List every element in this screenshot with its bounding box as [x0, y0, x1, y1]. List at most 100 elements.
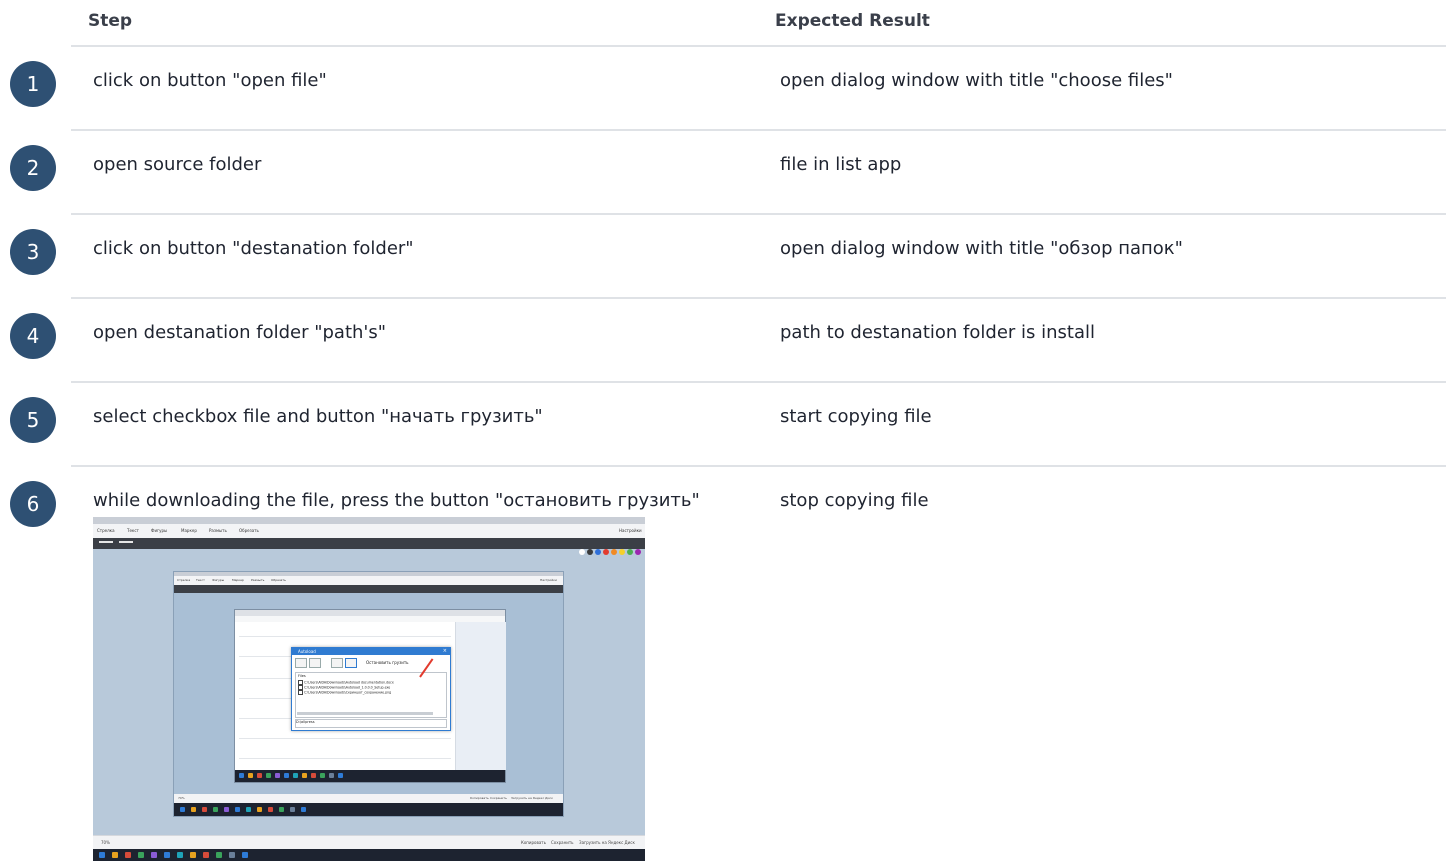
row-divider	[71, 465, 1446, 467]
taskbar-app-icon	[180, 807, 185, 812]
taskbar-app-icon	[203, 852, 209, 858]
expected-result-text: path to destanation folder is install	[780, 322, 1095, 343]
screenshot-zoom-bar: 70% Копировать Сохранить Загрузить на Ян…	[93, 835, 645, 850]
close-icon: ×	[442, 648, 447, 654]
color-swatch	[619, 549, 625, 555]
expected-result-text: file in list app	[780, 154, 902, 175]
toolbar-item-text: Текст	[127, 528, 139, 533]
browser-window: Autoload × Остановить грузить Files C:\U…	[234, 609, 506, 783]
taskbar-app-icon	[151, 852, 157, 858]
dialog-button	[309, 658, 321, 668]
toolbar-item-settings: Настройки	[619, 528, 642, 533]
nested-toolbar-settings: Настройки	[540, 578, 557, 582]
taskbar-app-icon	[293, 773, 298, 778]
browser-sidebar	[455, 622, 506, 770]
taskbar-app-icon	[242, 852, 248, 858]
expected-result-column-header: Expected Result	[775, 11, 930, 31]
nested-upload-action: Загрузить на Яндекс Диск	[511, 796, 553, 800]
step-number-badge: 5	[10, 397, 56, 443]
taskbar-app-icon	[229, 852, 235, 858]
taskbar-app-icon	[99, 852, 105, 858]
taskbar-app-icon	[164, 852, 170, 858]
step-number-badge: 1	[10, 61, 56, 107]
taskbar-app-icon	[275, 773, 280, 778]
step-screenshot: Стрелка Текст Фигуры Маркер Размыть Обре…	[93, 517, 645, 861]
taskbar-app-icon	[301, 807, 306, 812]
taskbar-app-icon	[279, 807, 284, 812]
taskbar-app-icon	[216, 852, 222, 858]
nested-save-action: Сохранить	[490, 796, 507, 800]
row-divider	[71, 381, 1446, 383]
color-swatch	[579, 549, 585, 555]
color-swatch	[587, 549, 593, 555]
step-number-badge: 3	[10, 229, 56, 275]
browser-taskbar	[235, 770, 505, 782]
taskbar-app-icon	[268, 807, 273, 812]
dialog-title: Autoload	[298, 649, 316, 654]
toolbar-item-arrow: Стрелка	[97, 528, 115, 533]
color-swatch	[595, 549, 601, 555]
nested-style-bar	[174, 585, 563, 593]
dialog-scrollbar	[297, 712, 433, 715]
color-swatch	[627, 549, 633, 555]
step-text: click on button "destanation folder"	[93, 238, 414, 259]
nested-toolbar-item: Обрезать	[271, 578, 286, 582]
file-item: C:\Users\AIDA\Downloads\Скриншот_сохране…	[298, 690, 391, 695]
taskbar-app-icon	[177, 852, 183, 858]
toolbar-item-shapes: Фигуры	[151, 528, 168, 533]
nested-zoom-level: 70%	[178, 796, 185, 800]
files-list-header: Files	[298, 674, 306, 678]
screenshot-titlebar	[93, 517, 645, 524]
toolbar-item-blur: Размыть	[209, 528, 227, 533]
nested-toolbar-item: Фигуры	[212, 578, 225, 582]
taskbar-app-icon	[248, 773, 253, 778]
nested-toolbar-item: Стрелка	[177, 578, 191, 582]
step-column-header: Step	[88, 11, 133, 31]
color-swatch	[611, 549, 617, 555]
taskbar-app-icon	[125, 852, 131, 858]
nested-zoom-bar: 70% Копировать Сохранить Загрузить на Ян…	[174, 794, 563, 803]
step-text: open source folder	[93, 154, 262, 175]
expected-result-text: stop copying file	[780, 490, 929, 511]
expected-result-text: start copying file	[780, 406, 932, 427]
taskbar-app-icon	[213, 807, 218, 812]
taskbar-app-icon	[138, 852, 144, 858]
header-divider	[71, 45, 1446, 47]
taskbar-app-icon	[235, 807, 240, 812]
save-action: Сохранить	[551, 840, 574, 845]
zoom-level: 70%	[101, 840, 110, 845]
arrow-style-icon	[99, 541, 113, 543]
taskbar-app-icon	[112, 852, 118, 858]
row-divider	[71, 297, 1446, 299]
screenshot-toolbar: Стрелка Текст Фигуры Маркер Размыть Обре…	[93, 524, 645, 539]
row-divider	[71, 213, 1446, 215]
expected-result-text: open dialog window with title "choose fi…	[780, 70, 1173, 91]
taskbar-app-icon	[224, 807, 229, 812]
taskbar-app-icon	[284, 773, 289, 778]
taskbar-app-icon	[191, 807, 196, 812]
taskbar-app-icon	[257, 807, 262, 812]
dialog-titlebar: Autoload ×	[292, 648, 450, 655]
dialog-button	[331, 658, 343, 668]
screenshot-style-bar	[93, 538, 645, 555]
taskbar-app-icon	[246, 807, 251, 812]
taskbar-app-icon	[311, 773, 316, 778]
step-text: select checkbox file and button "начать …	[93, 406, 543, 427]
taskbar-app-icon	[257, 773, 262, 778]
taskbar-app-icon	[290, 807, 295, 812]
nested-taskbar	[174, 803, 563, 816]
taskbar-app-icon	[190, 852, 196, 858]
taskbar-app-icon	[302, 773, 307, 778]
nested-screenshot: Стрелка Текст Фигуры Маркер Размыть Обре…	[173, 571, 564, 817]
autoload-dialog: Autoload × Остановить грузить Files C:\U…	[291, 647, 451, 731]
table-header: Step Expected Result	[0, 0, 1449, 47]
toolbar-item-marker: Маркер	[181, 528, 197, 533]
taskbar-app-icon	[239, 773, 244, 778]
copy-action: Копировать	[521, 840, 546, 845]
expected-result-text: open dialog window with title "обзор пап…	[780, 238, 1183, 259]
nested-toolbar-item: Маркер	[232, 578, 244, 582]
taskbar-app-icon	[338, 773, 343, 778]
step-number-badge: 6	[10, 481, 56, 527]
nested-copy-action: Копировать	[470, 796, 489, 800]
dialog-button	[295, 658, 307, 668]
